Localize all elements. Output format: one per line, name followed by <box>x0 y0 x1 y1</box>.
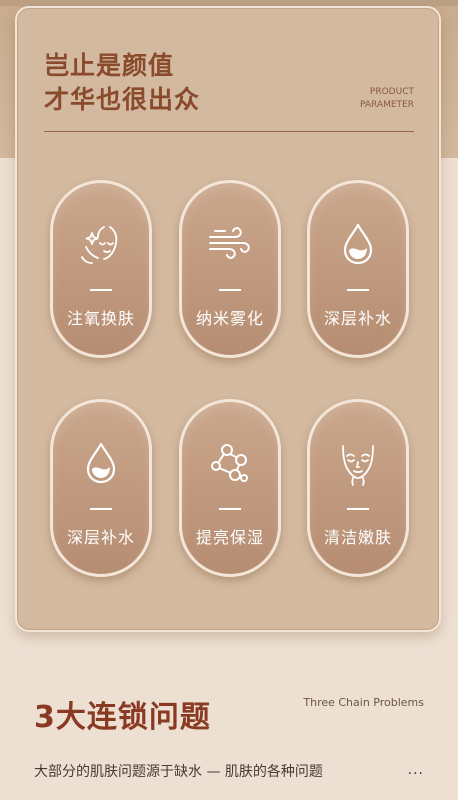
water-drop-icon <box>343 223 373 265</box>
feature-label: 深层补水 <box>66 528 135 547</box>
feature-bar <box>90 289 112 291</box>
feature-card-cleanse[interactable]: 清洁嫩肤 <box>307 399 409 577</box>
panel-tag-line-1: PRODUCT <box>369 87 414 97</box>
feature-card-oxygen[interactable]: 注氧换肤 <box>50 180 152 358</box>
feature-bar <box>347 289 369 291</box>
panel-title-line-2: 才华也很出众 <box>44 85 201 114</box>
feature-bar <box>347 508 369 510</box>
feature-label: 纳米雾化 <box>195 309 264 328</box>
face-closed-eyes-icon <box>342 445 374 486</box>
feature-card-hydration-1[interactable]: 深层补水 <box>307 180 409 358</box>
wind-mist-icon <box>209 227 250 259</box>
molecule-icon <box>211 444 248 482</box>
feature-label: 提亮保湿 <box>195 528 264 547</box>
feature-bar <box>219 508 241 510</box>
feature-label: 注氧换肤 <box>66 309 135 328</box>
feature-card-brighten[interactable]: 提亮保湿 <box>179 399 281 577</box>
feature-bar <box>219 289 241 291</box>
section-subtitle-en: Three Chain Problems <box>303 696 424 709</box>
panel-title-line-1: 岂止是颜值 <box>44 51 175 80</box>
title-divider <box>44 131 414 132</box>
water-drop-icon <box>86 442 116 484</box>
feature-card-nano-mist[interactable]: 纳米雾化 <box>179 180 281 358</box>
feature-bar <box>90 508 112 510</box>
section-description: 大部分的肌肤问题源于缺水 — 肌肤的各种问题 <box>34 764 323 780</box>
feature-label: 清洁嫩肤 <box>323 528 392 547</box>
section-title: 3大连锁问题 <box>34 700 211 735</box>
face-sparkle-icon <box>81 226 118 264</box>
more-dots[interactable]: ... <box>408 762 424 778</box>
feature-label: 深层补水 <box>323 309 392 328</box>
panel-tag-line-2: PARAMETER <box>360 100 414 110</box>
feature-card-hydration-2[interactable]: 深层补水 <box>50 399 152 577</box>
